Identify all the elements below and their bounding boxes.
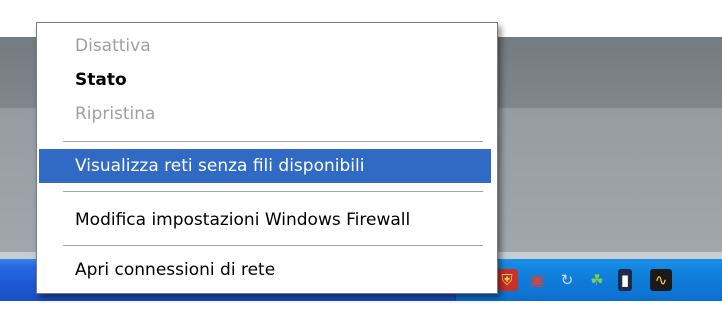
menu-separator [63, 191, 483, 193]
network-status-icon[interactable]: ▣ [526, 269, 548, 291]
screen-bottom-strip [0, 301, 722, 313]
menu-item-visualizza-reti[interactable]: Visualizza reti senza fili disponibili [39, 149, 491, 183]
menu-item-disattiva: Disattiva [75, 36, 151, 56]
menu-item-modifica-firewall[interactable]: Modifica impostazioni Windows Firewall [39, 203, 491, 237]
menu-separator [63, 141, 483, 143]
menu-separator [63, 245, 483, 247]
menu-item-ripristina: Ripristina [75, 104, 156, 124]
menu-item-stato[interactable]: Stato [39, 63, 491, 97]
menu-item-apri-connessioni[interactable]: Apri connessioni di rete [39, 253, 491, 287]
battery-icon[interactable]: ▮ [618, 269, 632, 291]
network-context-menu: Disattiva Stato Ripristina Visualizza re… [36, 22, 498, 294]
update-icon[interactable]: ↻ [556, 269, 578, 291]
security-shield-icon[interactable]: ⛨ [496, 269, 518, 291]
activity-monitor-icon[interactable]: ∿ [650, 269, 672, 291]
antivirus-icon[interactable]: ☘ [586, 269, 608, 291]
